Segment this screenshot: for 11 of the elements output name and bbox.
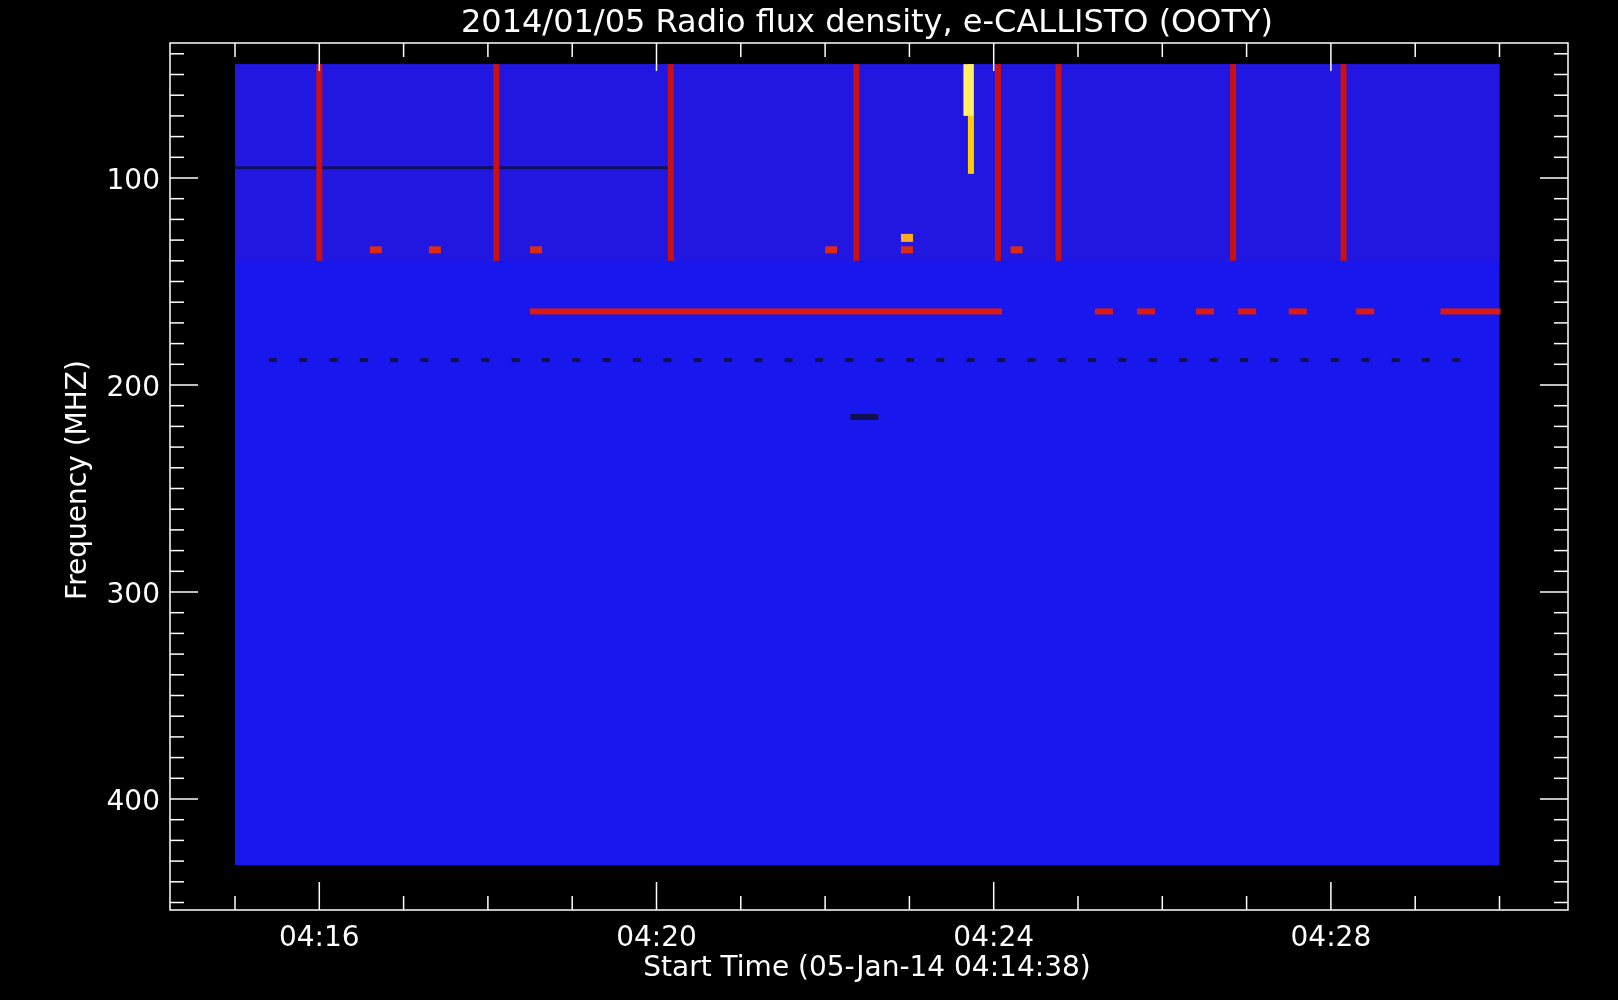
tick-label: 400 xyxy=(106,784,160,817)
tick-label: 100 xyxy=(106,163,160,196)
tick-label: 04:16 xyxy=(278,920,360,953)
axis-title: Start Time (05-Jan-14 04:14:38) xyxy=(643,950,1091,983)
tick-label: 200 xyxy=(106,370,160,403)
axis-title: Frequency (MHZ) xyxy=(60,360,93,600)
tick-label: 04:24 xyxy=(953,920,1035,953)
tick-label: 300 xyxy=(106,577,160,610)
tick-label: 04:28 xyxy=(1290,920,1372,953)
tick-label: 04:20 xyxy=(616,920,697,953)
chart-title: 2014/01/05 Radio flux density, e-CALLISTO (OOTY) xyxy=(460,2,1274,40)
